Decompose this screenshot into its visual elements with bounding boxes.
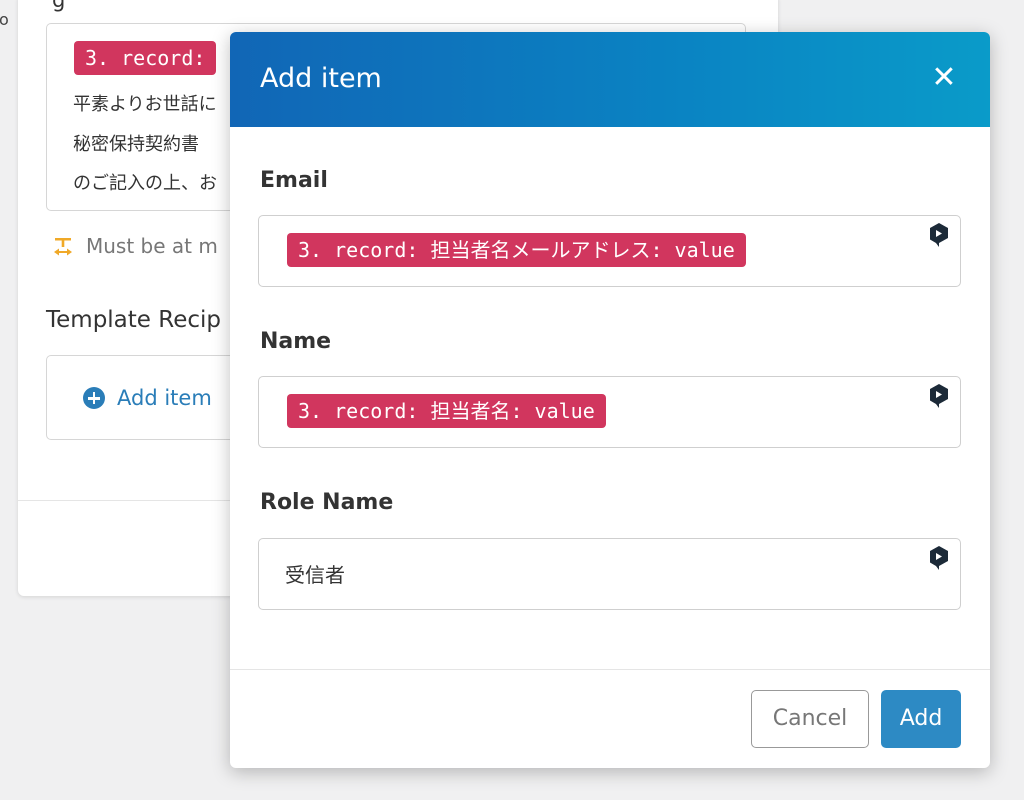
dialog-footer-divider <box>230 669 990 670</box>
name-field[interactable]: 3. record: 担当者名: value <box>258 376 961 448</box>
add-item-dialog: Add item ✕ Email 3. record: 担当者名メールアドレス:… <box>230 32 990 768</box>
role-name-label: Role Name <box>260 490 394 515</box>
background-field-label: g <box>52 0 66 12</box>
edge-text-fragment: o <box>0 10 9 29</box>
email-field[interactable]: 3. record: 担当者名メールアドレス: value <box>258 215 961 287</box>
role-name-field[interactable]: 受信者 <box>258 538 961 610</box>
text-width-icon <box>52 235 74 257</box>
message-line-1: 平素よりお世話に <box>73 94 217 115</box>
message-line-2: 秘密保持契約書 <box>73 134 199 155</box>
add-item-label: Add item <box>117 386 212 410</box>
template-recipients-label: Template Recip <box>46 307 221 333</box>
length-hint: Must be at m <box>52 234 218 258</box>
role-name-value: 受信者 <box>285 563 345 587</box>
dialog-header: Add item ✕ <box>230 32 990 127</box>
email-label: Email <box>260 168 328 193</box>
close-icon[interactable]: ✕ <box>926 60 962 96</box>
name-mapped-pill[interactable]: 3. record: 担当者名: value <box>287 394 606 428</box>
dialog-title: Add item <box>260 63 382 94</box>
plus-circle-icon <box>83 387 105 409</box>
add-button[interactable]: Add <box>881 690 961 748</box>
length-hint-text: Must be at m <box>86 234 218 258</box>
message-line-3: のご記入の上、お <box>73 173 217 194</box>
email-mapped-pill[interactable]: 3. record: 担当者名メールアドレス: value <box>287 233 746 267</box>
add-item-button[interactable]: Add item <box>83 386 212 410</box>
name-label: Name <box>260 329 332 354</box>
mapping-badge-icon[interactable] <box>928 383 950 409</box>
cancel-button[interactable]: Cancel <box>751 690 869 748</box>
mapping-badge-icon[interactable] <box>928 222 950 248</box>
mapped-value-pill[interactable]: 3. record: <box>74 41 217 75</box>
mapping-badge-icon[interactable] <box>928 545 950 571</box>
